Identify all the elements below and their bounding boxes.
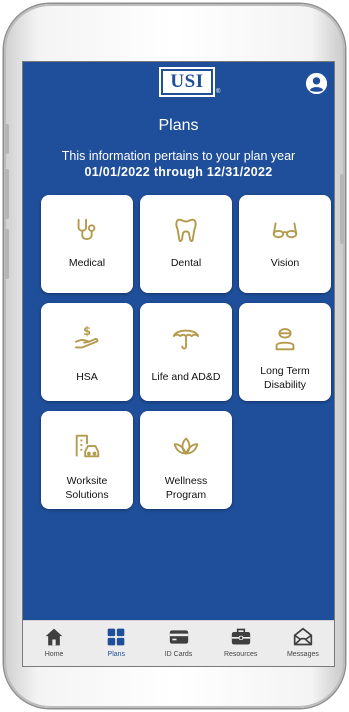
phone-frame: USI ® Plans This information pertains to… — [4, 4, 345, 708]
volume-up-button — [5, 169, 9, 219]
card-icon — [169, 630, 188, 644]
plan-label: Worksite Solutions — [65, 475, 109, 501]
bottom-tab-bar: Home Plans ID Cards Resources Messages — [23, 620, 334, 666]
tab-messages[interactable]: Messages — [272, 621, 334, 666]
home-icon — [45, 628, 63, 646]
plan-label: Vision — [270, 257, 300, 269]
registered-mark: ® — [216, 89, 221, 95]
plan-year-dates: 01/01/2022 through 12/31/2022 — [84, 165, 273, 179]
tab-label: Messages — [286, 651, 319, 658]
tab-label: Home — [44, 651, 64, 658]
plan-card-hsa[interactable]: $ HSA — [41, 303, 133, 401]
building-car-icon — [75, 434, 100, 458]
plan-card-worksite-solutions[interactable]: Worksite Solutions — [41, 411, 133, 509]
person-circle-icon — [306, 73, 327, 94]
glasses-icon — [272, 222, 298, 239]
tab-label: Plans — [107, 651, 126, 658]
tooth-icon — [175, 218, 197, 242]
person-helmet-icon — [275, 328, 295, 351]
plan-label: Wellness Program — [164, 475, 208, 501]
grid-icon — [107, 628, 125, 646]
page-title: Plans — [158, 117, 199, 134]
tab-id-cards[interactable]: ID Cards — [147, 621, 209, 666]
power-button — [340, 174, 344, 244]
app-screen: USI ® Plans This information pertains to… — [22, 61, 335, 667]
toolbox-icon — [231, 628, 250, 645]
hand-dollar-icon: $ — [74, 325, 99, 349]
content-area: USI ® Plans This information pertains to… — [23, 62, 334, 620]
envelope-icon — [293, 627, 313, 646]
plan-card-life[interactable]: Life and AD&D — [140, 303, 232, 401]
svg-text:$: $ — [83, 325, 91, 338]
usi-logo: USI — [159, 67, 215, 97]
plan-card-wellness-program[interactable]: Wellness Program — [140, 411, 232, 509]
tab-home[interactable]: Home — [23, 621, 85, 666]
tab-plans[interactable]: Plans — [85, 621, 147, 666]
plan-card-long-term-disability[interactable]: Long Term Disability — [239, 303, 331, 401]
profile-button[interactable] — [306, 73, 327, 94]
tab-label: Resources — [223, 651, 258, 658]
plan-card-dental[interactable]: Dental — [140, 195, 232, 293]
umbrella-icon — [172, 329, 200, 350]
plan-label: Medical — [68, 257, 106, 269]
plan-label: Dental — [170, 257, 202, 269]
plan-label: HSA — [76, 371, 98, 383]
lotus-icon — [173, 437, 199, 455]
tab-resources[interactable]: Resources — [210, 621, 272, 666]
plan-card-vision[interactable]: Vision — [239, 195, 331, 293]
volume-down-button — [5, 229, 9, 279]
mute-switch — [5, 124, 9, 154]
plan-label: Long Term Disability — [260, 365, 310, 391]
tab-label: ID Cards — [164, 651, 193, 658]
plan-year-info: This information pertains to your plan y… — [61, 149, 296, 163]
plan-label: Life and AD&D — [151, 371, 221, 383]
plan-card-medical[interactable]: Medical — [41, 195, 133, 293]
stethoscope-icon — [77, 218, 96, 240]
